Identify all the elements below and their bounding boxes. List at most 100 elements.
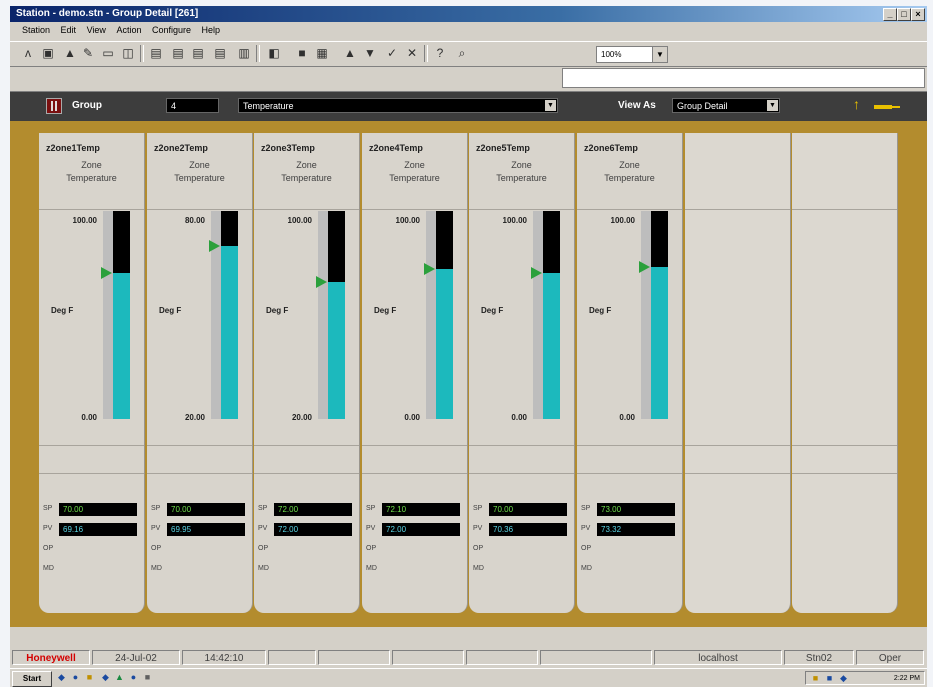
faceplate-6[interactable]: z2one6Temp Zone Temperature 100.00 0.00 Deg F… — [577, 133, 683, 613]
pv-bar — [543, 211, 560, 419]
md-label[interactable]: MD — [581, 565, 592, 572]
chevron-down-icon[interactable]: ▼ — [545, 100, 556, 111]
divider — [254, 209, 359, 210]
setpoint-field[interactable]: 70.00 — [167, 503, 245, 516]
setpoint-field[interactable]: 70.00 — [489, 503, 567, 516]
faceplate-3[interactable]: z2one3Temp Zone Temperature 100.00 20.00 Deg … — [254, 133, 360, 613]
menu-station[interactable]: Station — [22, 25, 50, 35]
quicklaunch-icon[interactable]: ● — [70, 672, 81, 683]
md-label[interactable]: MD — [258, 565, 269, 572]
faceplate-empty — [792, 133, 898, 613]
tray-icon[interactable]: ◆ — [838, 673, 849, 684]
quicklaunch-icon[interactable]: ■ — [84, 672, 95, 683]
zoom-icon[interactable]: ⌕ — [454, 46, 470, 61]
group-name-select[interactable]: Temperature ▼ — [238, 98, 558, 113]
faceplate-2[interactable]: z2one2Temp Zone Temperature 80.00 20.00 Deg F… — [147, 133, 253, 613]
quicklaunch-icon[interactable]: ■ — [142, 672, 153, 683]
menu-help[interactable]: Help — [202, 25, 221, 35]
scale-min: 0.00 — [404, 413, 420, 422]
station-icon[interactable]: ▣ — [40, 46, 56, 61]
quicklaunch-icon[interactable]: ▲ — [114, 672, 125, 683]
command-input[interactable] — [562, 68, 925, 88]
bar-track — [318, 211, 328, 419]
point-name[interactable]: z2one5Temp — [476, 143, 530, 153]
faceplate-1[interactable]: z2one1Temp Zone Temperature 100.00 0.00 Deg F… — [39, 133, 145, 613]
md-label[interactable]: MD — [473, 565, 484, 572]
point-name[interactable]: z2one3Temp — [261, 143, 315, 153]
start-button[interactable]: Start — [12, 671, 52, 687]
view-as-select[interactable]: Group Detail ▼ — [672, 98, 780, 113]
grid-icon[interactable]: ■ — [294, 46, 310, 61]
scale-min: 0.00 — [81, 413, 97, 422]
sp-label: SP — [258, 505, 268, 512]
faceplate-5[interactable]: z2one5Temp Zone Temperature 100.00 0.00 Deg F… — [469, 133, 575, 613]
setpoint-field[interactable]: 70.00 — [59, 503, 137, 516]
point-name[interactable]: z2one4Temp — [369, 143, 423, 153]
arrow-up-icon[interactable]: ▲ — [342, 46, 358, 61]
menu-edit[interactable]: Edit — [61, 25, 77, 35]
page1-icon[interactable]: ▤ — [148, 46, 164, 61]
page3-icon[interactable]: ▤ — [190, 46, 206, 61]
chart-icon[interactable]: ◧ — [266, 46, 282, 61]
divider — [39, 473, 144, 474]
group-name: Temperature — [243, 101, 294, 111]
cancel-icon[interactable]: ✕ — [404, 46, 420, 61]
chevron-down-icon[interactable]: ▼ — [652, 47, 667, 62]
quicklaunch-icon[interactable]: ◆ — [100, 672, 111, 683]
lock-icon[interactable]: ▲ — [62, 46, 78, 61]
md-label[interactable]: MD — [366, 565, 377, 572]
title-bar[interactable]: Station - demo.stn - Group Detail [261] … — [10, 6, 927, 22]
group-number-field[interactable]: 4 — [166, 98, 219, 113]
divider — [792, 209, 897, 210]
page4-icon[interactable]: ▤ — [212, 46, 228, 61]
md-label[interactable]: MD — [151, 565, 162, 572]
scale-max: 100.00 — [72, 216, 97, 225]
divider — [147, 209, 252, 210]
window-title: Station - demo.stn - Group Detail [261] — [16, 8, 199, 19]
zoom-value: 100% — [601, 50, 622, 59]
chevron-down-icon[interactable]: ▼ — [767, 100, 778, 111]
maximize-button[interactable]: □ — [897, 8, 911, 21]
tray-icon[interactable]: ■ — [824, 673, 835, 684]
folder-icon[interactable]: ▭ — [100, 46, 116, 61]
display-icon[interactable]: ◫ — [120, 46, 136, 61]
setpoint-field[interactable]: 73.00 — [597, 503, 675, 516]
pen-icon[interactable]: ✎ — [80, 46, 96, 61]
pv-field: 69.16 — [59, 523, 137, 536]
point-name[interactable]: z2one1Temp — [46, 143, 100, 153]
page2-icon[interactable]: ▤ — [170, 46, 186, 61]
divider — [362, 209, 467, 210]
zoom-select[interactable]: 100% ▼ — [596, 46, 668, 63]
md-label[interactable]: MD — [43, 565, 54, 572]
trend-icon[interactable]: ▦ — [314, 46, 330, 61]
print-icon[interactable]: ▥ — [236, 46, 252, 61]
toolbar: ᴧ ▣ ▲ ✎ ▭ ◫ ▤ ▤ ▤ ▤ ▥ ◧ ■ ▦ ▲ ▼ ✓ ✕ ? ⌕ … — [10, 41, 927, 67]
setpoint-field[interactable]: 72.00 — [274, 503, 352, 516]
antenna-icon[interactable]: ᴧ — [20, 46, 36, 61]
pv-bar-fill — [221, 246, 238, 419]
minimize-button[interactable]: _ — [883, 8, 897, 21]
menu-configure[interactable]: Configure — [152, 25, 191, 35]
op-label: OP — [258, 545, 269, 552]
faceplate-empty — [685, 133, 791, 613]
point-name[interactable]: z2one6Temp — [584, 143, 638, 153]
key-icon-shaft — [890, 106, 900, 108]
status-time: 14:42:10 — [182, 650, 266, 665]
divider — [362, 445, 467, 446]
point-description: Temperature — [174, 173, 225, 183]
arrow-up-icon[interactable]: ↑ — [853, 96, 860, 112]
check-icon[interactable]: ✓ — [384, 46, 400, 61]
point-name[interactable]: z2one2Temp — [154, 143, 208, 153]
tray-icon[interactable]: ■ — [810, 673, 821, 684]
help-icon[interactable]: ? — [432, 46, 448, 61]
quicklaunch-icon[interactable]: ◆ — [56, 672, 67, 683]
faceplate-4[interactable]: z2one4Temp Zone Temperature 100.00 0.00 Deg F… — [362, 133, 468, 613]
quicklaunch-icon[interactable]: ● — [128, 672, 139, 683]
arrow-down-icon[interactable]: ▼ — [362, 46, 378, 61]
status-station: Stn02 — [784, 650, 854, 665]
pv-field: 70.36 — [489, 523, 567, 536]
setpoint-field[interactable]: 72.10 — [382, 503, 460, 516]
menu-view[interactable]: View — [87, 25, 106, 35]
close-button[interactable]: × — [911, 8, 925, 21]
menu-action[interactable]: Action — [116, 25, 141, 35]
